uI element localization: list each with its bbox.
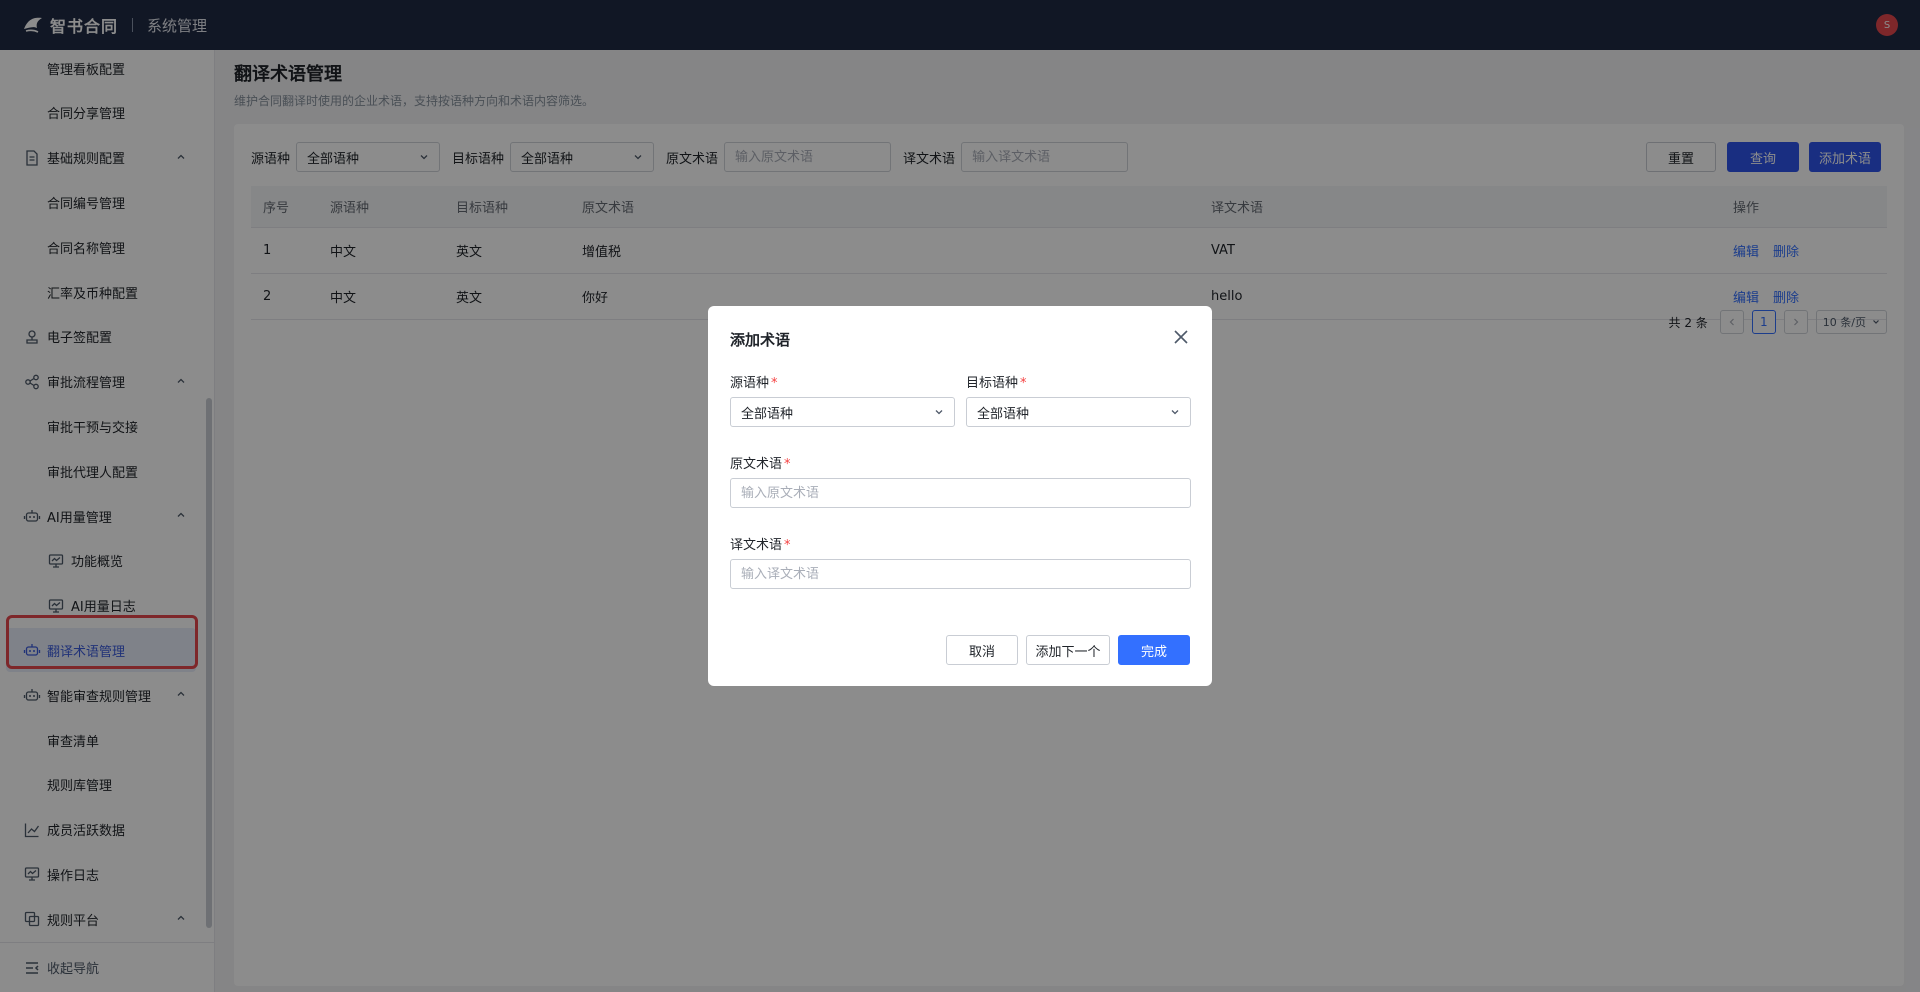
modal-source-lang-label-text: 源语种 <box>730 376 770 391</box>
modal-source-lang-select[interactable]: 全部语种 <box>730 397 955 427</box>
close-icon[interactable] <box>1172 328 1190 346</box>
modal-footer: 取消 添加下一个 完成 <box>946 635 1190 665</box>
required-mark: * <box>784 457 791 472</box>
add-next-button[interactable]: 添加下一个 <box>1026 635 1110 665</box>
required-mark: * <box>784 538 791 553</box>
modal-target-lang-select[interactable]: 全部语种 <box>966 397 1191 427</box>
chevron-down-icon <box>1171 410 1179 415</box>
chevron-down-icon <box>935 410 943 415</box>
modal-source-term-label-text: 原文术语 <box>730 457 783 472</box>
cancel-button[interactable]: 取消 <box>946 635 1018 665</box>
modal-source-lang-value: 全部语种 <box>741 406 794 422</box>
modal-target-term-label-text: 译文术语 <box>730 538 783 553</box>
modal-source-lang-label: 源语种 * <box>730 372 778 391</box>
modal-title: 添加术语 <box>730 331 791 349</box>
add-term-modal: 添加术语 源语种* 全部语种 目标语种* 全部语种 原文术语* 译文术语* 取消… <box>708 306 1212 686</box>
modal-source-term-label: 原文术语 * <box>730 453 791 472</box>
modal-target-term-label: 译文术语 * <box>730 534 791 553</box>
modal-target-term-input[interactable] <box>730 559 1191 589</box>
modal-target-lang-value: 全部语种 <box>977 406 1030 422</box>
modal-source-term-input[interactable] <box>730 478 1191 508</box>
done-button[interactable]: 完成 <box>1118 635 1190 665</box>
required-mark: * <box>1020 376 1027 391</box>
modal-target-lang-label-text: 目标语种 <box>966 376 1019 391</box>
required-mark: * <box>771 376 778 391</box>
modal-target-lang-label: 目标语种 * <box>966 372 1027 391</box>
